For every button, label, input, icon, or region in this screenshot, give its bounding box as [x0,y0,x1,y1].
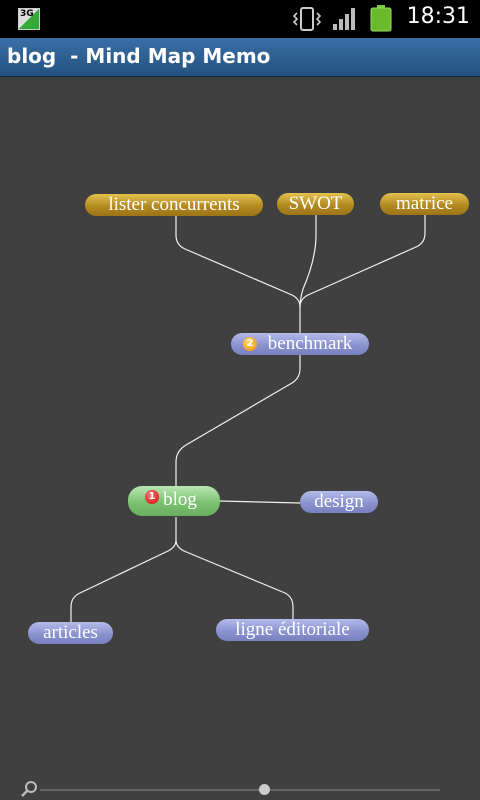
node-benchmark[interactable]: 2 benchmark [231,333,369,355]
node-label: articles [43,622,98,643]
node-matrice[interactable]: matrice [380,193,469,215]
mind-map-canvas[interactable]: lister concurrents SWOT matrice 2 benchm… [0,77,480,800]
title-bar: blog - Mind Map Memo [0,38,480,77]
signal-icon [333,8,355,30]
vibrate-icon [292,7,322,31]
link-blog-benchmark [175,344,301,486]
node-articles[interactable]: articles [28,622,113,644]
battery-icon [370,5,392,32]
node-label: SWOT [288,193,343,214]
node-label: design [314,491,364,512]
link-benchmark-lister [175,215,301,344]
priority-1-icon: 1 [145,490,159,504]
status-bar: 3G 18:31 [0,0,480,38]
link-blog-articles [70,517,177,624]
node-label: matrice [396,193,453,214]
node-label: ligne éditoriale [235,619,350,640]
link-blog-ligne [175,539,294,621]
mind-map-links [70,214,426,624]
node-blog-central[interactable]: 1 blog [128,486,220,516]
zoom-slider-track[interactable] [40,789,440,791]
network-label: 3G [20,9,34,19]
node-design[interactable]: design [300,491,378,513]
node-swot[interactable]: SWOT [277,193,354,215]
link-benchmark-matrice [299,214,426,308]
zoom-slider-handle[interactable] [259,784,270,795]
node-label: benchmark [267,333,353,354]
node-lister-concurrents[interactable]: lister concurrents [85,194,263,216]
node-label: blog [163,489,197,510]
zoom-icon [21,781,37,797]
node-ligne-editoriale[interactable]: ligne éditoriale [216,619,369,641]
clock: 18:31 [406,4,470,29]
network-3g-icon: 3G [18,8,40,30]
priority-2-icon: 2 [243,337,257,351]
page-title: blog - Mind Map Memo [7,44,271,68]
node-label: lister concurrents [108,194,240,215]
link-blog-design [218,500,301,504]
